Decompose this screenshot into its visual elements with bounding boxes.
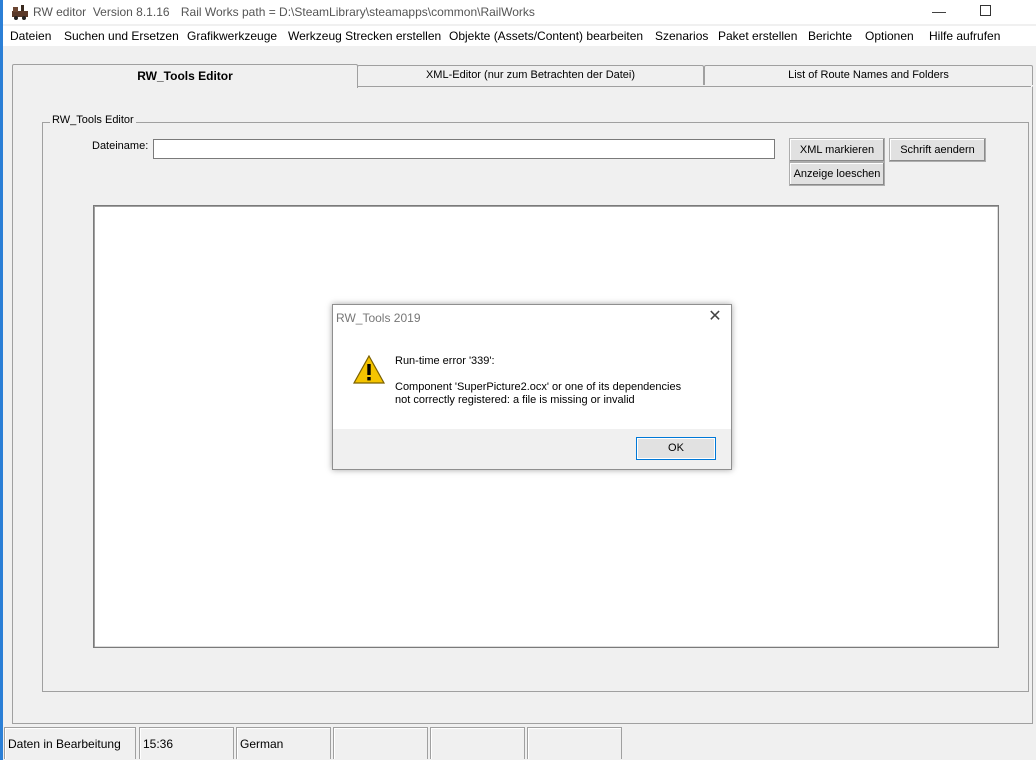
menu-bar: Dateien Suchen und Ersetzen Grafikwerkze… xyxy=(3,26,1036,46)
window-title: RW editor Version 8.1.16 Rail Works path… xyxy=(33,5,535,19)
error-message: Component 'SuperPicture2.ocx' or one of … xyxy=(395,381,715,407)
status-panel-4 xyxy=(333,727,428,759)
xml-markieren-button[interactable]: XML markieren xyxy=(789,138,885,162)
error-dialog: RW_Tools 2019 ✕ Run-time error '339': Co… xyxy=(332,304,732,470)
tab-xml-editor[interactable]: XML-Editor (nur zum Betrachten der Datei… xyxy=(357,65,704,85)
dialog-footer: OK xyxy=(333,429,731,469)
error-message-line-2: not correctly registered: a file is miss… xyxy=(395,394,635,406)
status-panel-5 xyxy=(430,727,525,759)
schrift-aendern-button[interactable]: Schrift aendern xyxy=(889,138,986,162)
railworks-path: Rail Works path = D:\SteamLibrary\steama… xyxy=(180,5,535,19)
anzeige-loeschen-button[interactable]: Anzeige loeschen xyxy=(789,162,885,186)
app-version: Version 8.1.16 xyxy=(92,5,170,19)
status-data-state: Daten in Bearbeitung xyxy=(4,727,136,759)
status-language: German xyxy=(236,727,331,759)
dialog-title: RW_Tools 2019 xyxy=(336,311,421,325)
menu-suchen-ersetzen[interactable]: Suchen und Ersetzen xyxy=(64,29,179,43)
menu-werkzeug-strecken[interactable]: Werkzeug Strecken erstellen xyxy=(288,29,441,43)
dialog-close-button[interactable]: ✕ xyxy=(705,308,725,328)
menu-grafikwerkzeuge[interactable]: Grafikwerkzeuge xyxy=(187,29,277,43)
minimize-button[interactable]: — xyxy=(916,0,962,24)
app-name: RW editor xyxy=(33,5,87,19)
filename-input[interactable] xyxy=(153,139,775,159)
maximize-icon xyxy=(979,5,991,17)
menu-szenarios[interactable]: Szenarios xyxy=(655,29,708,43)
error-message-line-1: Component 'SuperPicture2.ocx' or one of … xyxy=(395,381,682,393)
menu-objekte[interactable]: Objekte (Assets/Content) bearbeiten xyxy=(449,29,643,43)
status-bar: Daten in Bearbeitung 15:36 German xyxy=(3,726,1036,760)
menu-berichte[interactable]: Berichte xyxy=(808,29,852,43)
tab-route-names[interactable]: List of Route Names and Folders xyxy=(704,65,1033,85)
ok-button[interactable]: OK xyxy=(636,437,716,460)
error-title: Run-time error '339': xyxy=(395,355,495,367)
tab-rw-tools-editor[interactable]: RW_Tools Editor xyxy=(12,64,358,88)
status-time: 15:36 xyxy=(139,727,234,759)
status-panel-6 xyxy=(527,727,622,759)
menu-dateien[interactable]: Dateien xyxy=(10,29,51,43)
app-train-icon xyxy=(12,5,28,20)
groupbox-title: RW_Tools Editor xyxy=(50,114,136,126)
tab-divider xyxy=(356,86,1031,87)
filename-label: Dateiname: xyxy=(92,140,149,152)
maximize-button[interactable] xyxy=(962,0,1008,24)
warning-icon xyxy=(353,355,385,384)
menu-optionen[interactable]: Optionen xyxy=(865,29,914,43)
menu-paket-erstellen[interactable]: Paket erstellen xyxy=(718,29,797,43)
title-bar[interactable]: RW editor Version 8.1.16 Rail Works path… xyxy=(3,0,1036,24)
menu-hilfe[interactable]: Hilfe aufrufen xyxy=(929,29,1000,43)
